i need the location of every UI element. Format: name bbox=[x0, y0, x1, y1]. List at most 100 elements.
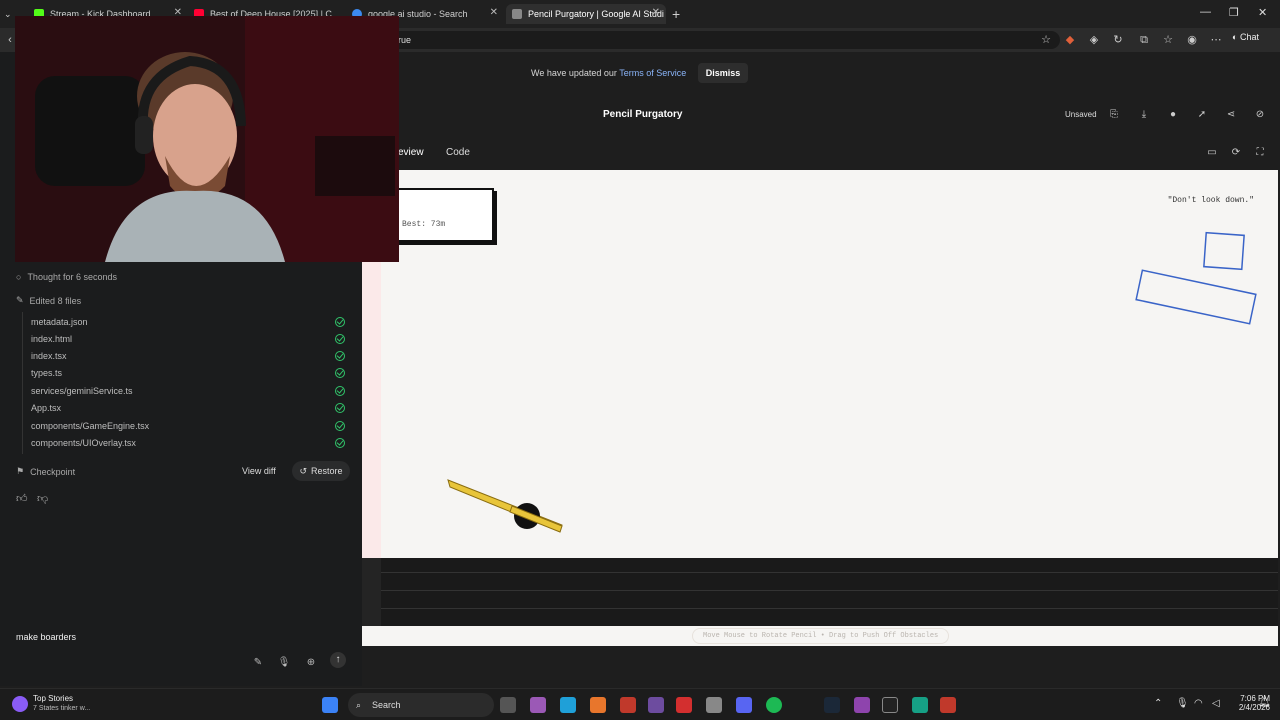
list-item[interactable]: index.html bbox=[31, 331, 349, 348]
thumbs-down-icon[interactable]: 👎︎ bbox=[37, 492, 48, 505]
app-icon[interactable] bbox=[676, 697, 692, 713]
list-item[interactable]: types.ts bbox=[31, 365, 349, 382]
list-item[interactable]: components/GameEngine.tsx bbox=[31, 418, 349, 435]
device-preview-icon[interactable]: ▭ bbox=[1206, 147, 1218, 159]
tab-code[interactable]: Code bbox=[446, 147, 470, 158]
check-icon bbox=[335, 351, 345, 361]
pencil-player[interactable] bbox=[447, 479, 563, 533]
close-icon[interactable]: ✕ bbox=[652, 7, 660, 18]
app-icon[interactable] bbox=[620, 697, 636, 713]
app-icon[interactable] bbox=[882, 697, 898, 713]
project-title: Pencil Purgatory bbox=[603, 109, 683, 120]
game-canvas[interactable]: Best: 73m "Don't look down." bbox=[362, 170, 1278, 558]
new-tab-icon[interactable]: + bbox=[672, 4, 684, 24]
view-tabs: eview Code ▭ ⟳ ⛶ bbox=[362, 140, 1280, 166]
restore-button[interactable]: ↺ Restore bbox=[292, 461, 350, 481]
copilot-chat-button[interactable]: ◐ Chat bbox=[1232, 32, 1259, 42]
check-icon bbox=[335, 334, 345, 344]
list-item[interactable]: metadata.json bbox=[31, 314, 349, 331]
tab-label: Pencil Purgatory | Google AI Studi bbox=[528, 9, 664, 19]
microphone-tray-icon[interactable]: 🎙︎ bbox=[1176, 698, 1189, 709]
taskbar-search[interactable]: ⌕ Search bbox=[348, 693, 494, 717]
firefox-icon[interactable] bbox=[590, 697, 606, 713]
download-icon[interactable]: ⤓ bbox=[1138, 109, 1150, 121]
github-icon[interactable]: ● bbox=[1167, 109, 1179, 121]
fullscreen-icon[interactable]: ⛶ bbox=[1254, 147, 1266, 159]
list-item[interactable]: components/UIOverlay.tsx bbox=[31, 435, 349, 452]
reload-preview-icon[interactable]: ⟳ bbox=[1230, 147, 1242, 159]
add-icon[interactable]: ⊕ bbox=[304, 656, 318, 670]
thumbs-up-icon[interactable]: 👍︎ bbox=[16, 492, 28, 505]
notification-bell-icon[interactable]: 🔔︎ bbox=[1258, 697, 1271, 708]
close-icon[interactable]: ✕ bbox=[490, 7, 498, 18]
hide-panel-icon[interactable]: ⊘ bbox=[1254, 109, 1266, 121]
preview-lower-area bbox=[362, 558, 1278, 626]
close-window-icon[interactable]: ✕ bbox=[1258, 6, 1267, 19]
favorites-icon[interactable]: ☆ bbox=[1162, 34, 1174, 46]
news-subtitle: 7 States tinker w... bbox=[33, 705, 91, 712]
file-name: index.html bbox=[31, 334, 73, 344]
file-name: metadata.json bbox=[31, 317, 88, 327]
extension-icon[interactable]: ◈ bbox=[1088, 34, 1100, 46]
obstacle-plank[interactable] bbox=[1135, 269, 1257, 325]
news-title[interactable]: Top Stories bbox=[33, 694, 73, 703]
address-text: rue bbox=[398, 35, 412, 45]
share-icon[interactable]: ⋖ bbox=[1225, 109, 1237, 121]
search-icon: ⌕ bbox=[356, 700, 362, 710]
wifi-icon[interactable]: ◠ bbox=[1194, 698, 1203, 709]
thought-text: Thought for 6 seconds bbox=[27, 272, 117, 282]
view-diff-button[interactable]: View diff bbox=[242, 466, 276, 476]
volume-icon[interactable]: ◁ bbox=[1212, 698, 1220, 709]
list-item[interactable]: App.tsx bbox=[31, 400, 349, 417]
app-icon[interactable] bbox=[912, 697, 928, 713]
app-icon[interactable] bbox=[648, 697, 664, 713]
lightbulb-icon: ○ bbox=[16, 272, 22, 282]
tab-preview[interactable]: eview bbox=[398, 147, 424, 158]
split-screen-icon[interactable]: ⧉ bbox=[1138, 34, 1150, 46]
app-header: Pencil Purgatory Unsaved ⎘ ⤓ ● ➚ ⋖ ⊘ bbox=[362, 100, 1280, 130]
instructions-bar: Move Mouse to Rotate Pencil • Drag to Pu… bbox=[362, 626, 1278, 646]
send-button[interactable]: ↑ bbox=[330, 652, 346, 668]
list-item[interactable]: index.tsx bbox=[31, 348, 349, 365]
fx-app-icon[interactable] bbox=[940, 697, 956, 713]
microphone-icon[interactable]: 🎙︎ bbox=[277, 656, 291, 670]
minimize-icon[interactable]: — bbox=[1200, 6, 1211, 18]
file-name: index.tsx bbox=[31, 351, 67, 361]
address-bar[interactable]: rue bbox=[390, 31, 1060, 49]
news-widget-icon[interactable] bbox=[12, 696, 28, 712]
restore-window-icon[interactable]: ❐ bbox=[1229, 6, 1239, 19]
check-icon bbox=[335, 317, 345, 327]
more-icon[interactable]: ⋯ bbox=[1210, 34, 1222, 46]
task-view-icon[interactable] bbox=[500, 697, 516, 713]
dismiss-button[interactable]: Dismiss bbox=[698, 63, 748, 83]
game-scene bbox=[447, 231, 1257, 533]
tab-pencil-purgatory[interactable]: Pencil Purgatory | Google AI Studi ✕ bbox=[506, 4, 666, 24]
magic-edit-icon[interactable]: ✎ bbox=[251, 656, 265, 670]
copilot-icon[interactable] bbox=[530, 697, 546, 713]
deploy-rocket-icon[interactable]: ➚ bbox=[1196, 109, 1208, 121]
edge-icon[interactable] bbox=[560, 697, 576, 713]
restore-label: Restore bbox=[311, 466, 343, 476]
file-name: types.ts bbox=[31, 368, 63, 378]
tray-chevron-icon[interactable]: ⌃ bbox=[1154, 698, 1162, 709]
list-item[interactable]: services/geminiService.ts bbox=[31, 383, 349, 400]
divider bbox=[381, 590, 1278, 591]
banner-message: We have updated our bbox=[531, 68, 620, 78]
extension-icon[interactable]: ◆ bbox=[1064, 34, 1076, 46]
app-icon[interactable] bbox=[854, 697, 870, 713]
refresh-icon[interactable]: ↻ bbox=[1112, 34, 1124, 46]
steam-icon[interactable] bbox=[824, 697, 840, 713]
thought-line[interactable]: ○ Thought for 6 seconds bbox=[16, 272, 117, 282]
terms-link[interactable]: Terms of Service bbox=[619, 68, 686, 78]
banner-text: We have updated our Terms of Service bbox=[531, 68, 686, 78]
windows-start-icon[interactable] bbox=[322, 697, 338, 713]
profile-icon[interactable]: ◉ bbox=[1186, 34, 1198, 46]
favorite-star-icon[interactable]: ☆ bbox=[1040, 34, 1052, 46]
itunes-icon[interactable] bbox=[706, 697, 722, 713]
obstacle-box-small[interactable] bbox=[1203, 231, 1245, 271]
spotify-icon[interactable] bbox=[766, 697, 782, 713]
save-icon[interactable]: ⎘ bbox=[1108, 109, 1120, 121]
discord-icon[interactable] bbox=[736, 697, 752, 713]
prompt-input[interactable] bbox=[16, 630, 216, 644]
check-icon bbox=[335, 403, 345, 413]
